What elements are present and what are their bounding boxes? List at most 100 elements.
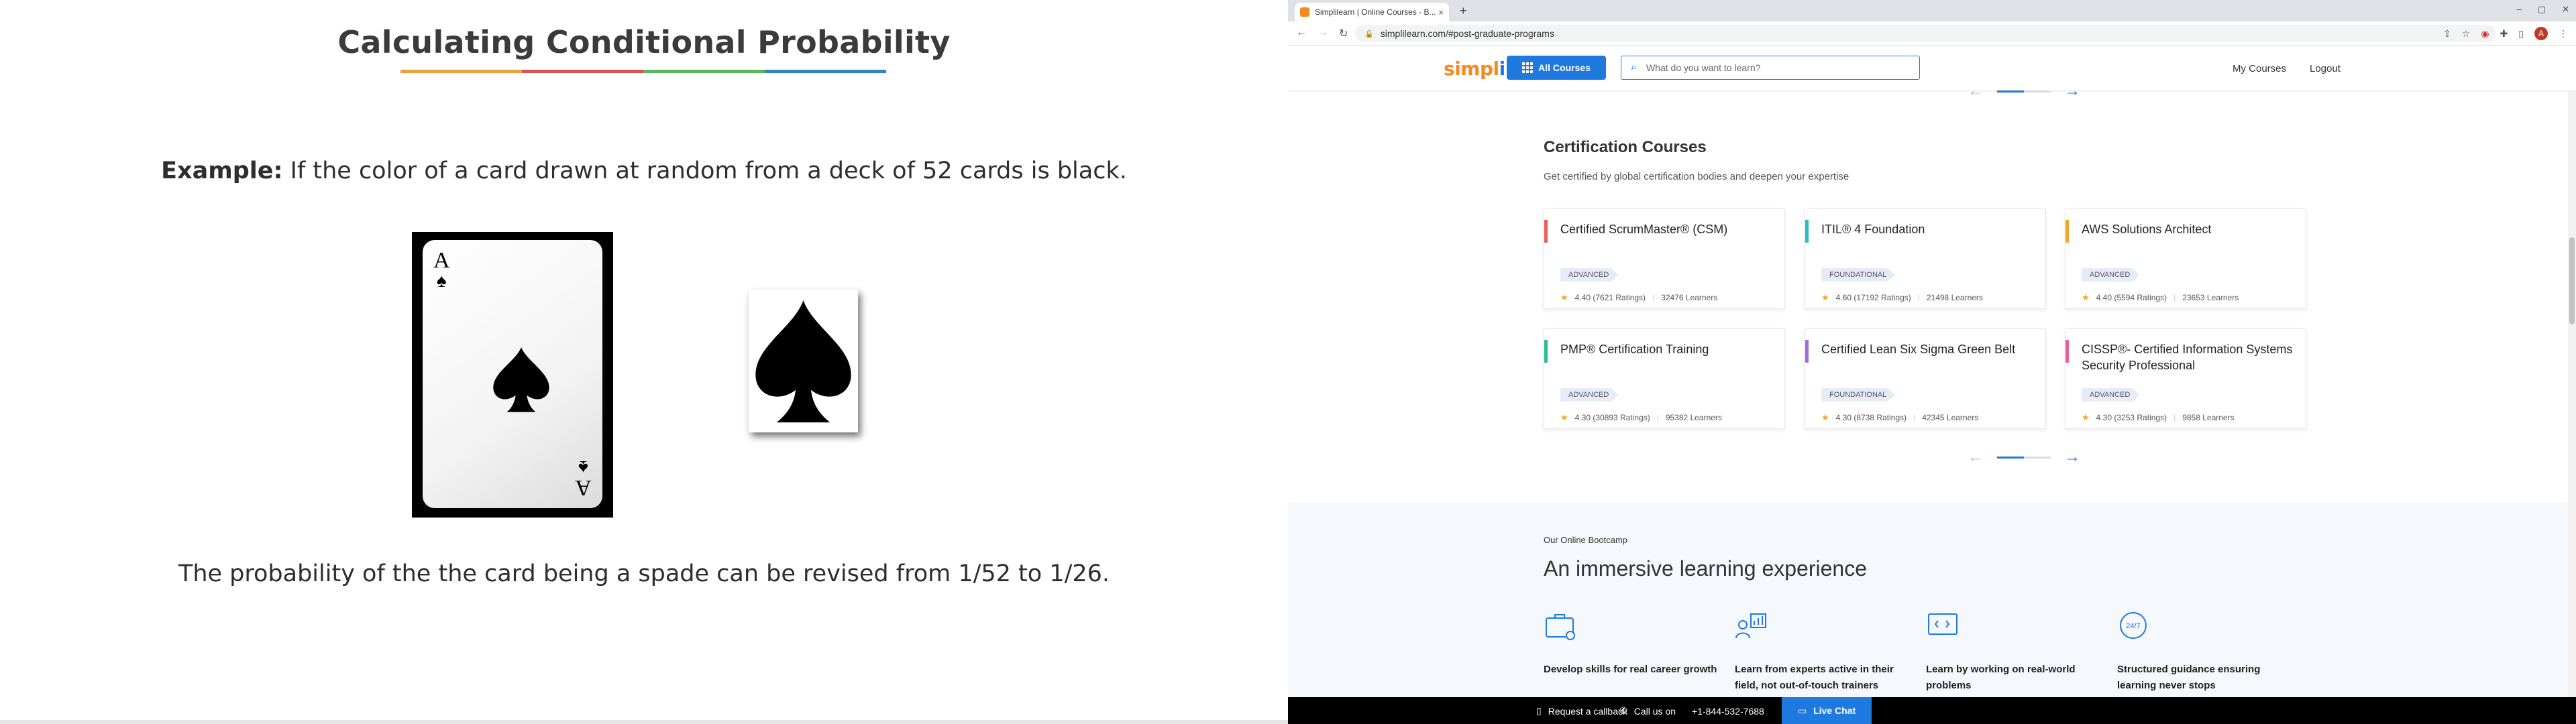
carousel-pager-top: ← → [1968, 82, 2080, 101]
level-badge: FOUNDATIONAL [1821, 388, 1896, 402]
forward-icon[interactable]: → [1318, 27, 1328, 40]
live-chat-label: Live Chat [1813, 705, 1856, 716]
feature-text: Structured guidance ensuring learning ne… [2117, 664, 2261, 691]
extensions-area: ⇪ ☆ ◉ ✚ ▯ A ⋮ [2443, 27, 2568, 40]
browser-toolbar: ← → ↻ 🔒 simplilearn.com/#post-graduate-p… [1288, 21, 2576, 46]
course-card[interactable]: ITIL® 4 Foundation FOUNDATIONAL ★ 4.60 (1… [1805, 208, 2046, 309]
example-text: Example: If the color of a card drawn at… [0, 158, 1288, 184]
bootcamp-kicker: Our Online Bootcamp [1544, 535, 1628, 545]
prev-arrow-icon[interactable]: ← [1968, 82, 1984, 101]
prev-arrow-icon[interactable]: ← [1968, 448, 1984, 467]
menu-kebab-icon[interactable]: ⋮ [2559, 28, 2568, 40]
card-face: A ♠ A ♠ [423, 240, 602, 508]
logo-text: simpl [1444, 58, 1499, 80]
level-badge: FOUNDATIONAL [1821, 268, 1896, 282]
star-icon: ★ [1821, 292, 1829, 302]
feature-text: Develop skills for real career growth [1544, 664, 1717, 675]
request-callback-label: Request a callback [1548, 705, 1628, 717]
search-placeholder: What do you want to learn? [1646, 62, 1761, 73]
carousel-progress-fill [1997, 90, 2024, 93]
expert-chart-icon [1735, 613, 1766, 639]
reload-icon[interactable]: ↻ [1339, 27, 1348, 40]
live-chat-button[interactable]: ▭ Live Chat [1782, 697, 1872, 724]
course-name: Certified Lean Six Sigma Green Belt [1821, 343, 2016, 356]
new-tab-button[interactable]: + [1460, 4, 1467, 18]
maximize-icon[interactable]: ▢ [2538, 4, 2546, 15]
feature-text: Learn by working on real-world problems [1926, 664, 2076, 691]
separator: | [1917, 293, 1920, 302]
course-card[interactable]: AWS Solutions Architect ADVANCED ★ 4.40 (… [2065, 208, 2306, 309]
sidebar-icon[interactable]: ▯ [2518, 28, 2524, 40]
card-rank: A [575, 475, 592, 500]
feature-text: Learn from experts active in their field… [1735, 664, 1894, 691]
profile-avatar[interactable]: A [2534, 27, 2548, 40]
course-stats: ★ 4.30 (8738 Ratings) | 42345 Learners [1821, 412, 1978, 423]
course-card[interactable]: PMP® Certification Training ADVANCED ★ 4.… [1544, 328, 1785, 429]
puzzle-icon[interactable]: ✚ [2500, 28, 2508, 40]
spade-pip-icon: ♠ [436, 271, 447, 292]
course-card[interactable]: Certified Lean Six Sigma Green Belt FOUN… [1805, 328, 2046, 429]
section-subtitle: Get certified by global certification bo… [1544, 171, 1849, 182]
course-stats: ★ 4.40 (5594 Ratings) | 23653 Learners [2082, 292, 2239, 303]
close-window-icon[interactable]: ✕ [2562, 4, 2569, 15]
course-rating: 4.40 (7621 Ratings) [1574, 293, 1646, 302]
call-us[interactable]: ✆ Call us on +1-844-532-7688 [1619, 705, 1764, 717]
course-card[interactable]: CISSP®- Certified Information Systems Se… [2065, 328, 2306, 429]
course-stats: ★ 4.30 (30893 Ratings) | 95382 Learners [1560, 412, 1722, 423]
lock-icon: 🔒 [1364, 29, 1374, 38]
extension-icon[interactable]: ◉ [2481, 28, 2489, 40]
course-rating: 4.30 (3253 Ratings) [2096, 413, 2167, 422]
card-accent [1805, 340, 1809, 363]
course-rating: 4.30 (30893 Ratings) [1574, 413, 1650, 422]
back-icon[interactable]: ← [1296, 27, 1307, 40]
scrollbar-thumb[interactable] [2569, 237, 2575, 324]
close-tab-icon[interactable]: × [1438, 7, 1444, 17]
spade-pip-icon: ♠ [578, 457, 589, 477]
logout-link[interactable]: Logout [2310, 63, 2341, 74]
all-courses-label: All Courses [1538, 62, 1591, 73]
call-icon: ✆ [1619, 705, 1627, 716]
svg-text:24/7: 24/7 [2126, 622, 2140, 630]
course-stats: ★ 4.40 (7621 Ratings) | 32476 Learners [1560, 292, 1717, 303]
card-accent [2065, 220, 2069, 243]
bookmark-star-icon[interactable]: ☆ [2462, 28, 2471, 40]
course-card[interactable]: Certified ScrumMaster® (CSM) ADVANCED ★ 4… [1544, 208, 1785, 309]
course-name: CISSP®- Certified Information Systems Se… [2082, 343, 2293, 372]
bootcamp-section: Our Online Bootcamp An immersive learnin… [1288, 503, 2576, 724]
next-arrow-icon[interactable]: → [2064, 82, 2080, 101]
next-arrow-icon[interactable]: → [2064, 448, 2080, 467]
course-name: Certified ScrumMaster® (CSM) [1560, 223, 1728, 236]
briefcase-icon [1546, 614, 1575, 640]
spade-icon [755, 300, 851, 423]
page-scrollbar[interactable] [2568, 90, 2576, 697]
course-stats: ★ 4.60 (17192 Ratings) | 21498 Learners [1821, 292, 1983, 303]
feature-item: 24/7 Structured guidance ensuring learni… [2117, 610, 2292, 694]
card-rank: A [433, 248, 450, 273]
course-name: ITIL® 4 Foundation [1821, 223, 1925, 236]
carousel-progress [1997, 456, 2051, 459]
feature-item: Develop skills for real career growth [1544, 610, 1718, 678]
course-name: PMP® Certification Training [1560, 343, 1709, 356]
divider [0, 720, 1288, 724]
my-courses-link[interactable]: My Courses [2233, 63, 2286, 74]
underline-segment [765, 70, 886, 73]
minimize-icon[interactable]: – [2517, 4, 2522, 15]
browser-tab[interactable]: Simplilearn | Online Courses - B... × [1295, 3, 1449, 21]
card-accent [2065, 340, 2069, 363]
example-label: Example: [161, 158, 283, 184]
separator: | [1656, 413, 1659, 422]
request-callback-button[interactable]: ▯ Request a callback [1536, 705, 1627, 717]
share-icon[interactable]: ⇪ [2443, 28, 2451, 40]
underline-segment [522, 70, 643, 73]
all-courses-button[interactable]: All Courses [1507, 56, 1606, 80]
course-learners: 32476 Learners [1661, 293, 1718, 302]
address-bar[interactable]: 🔒 simplilearn.com/#post-graduate-program… [1355, 25, 2496, 42]
separator: | [1913, 413, 1916, 422]
title-underline [400, 70, 886, 73]
call-us-label: Call us on [1633, 705, 1676, 717]
course-rating: 4.40 (5594 Ratings) [2096, 293, 2167, 302]
logo-accent: i [1499, 58, 1506, 80]
tab-title: Simplilearn | Online Courses - B... [1315, 7, 1436, 17]
search-input[interactable]: ⌕ What do you want to learn? [1621, 56, 1920, 80]
section-title: Certification Courses [1544, 138, 1707, 156]
